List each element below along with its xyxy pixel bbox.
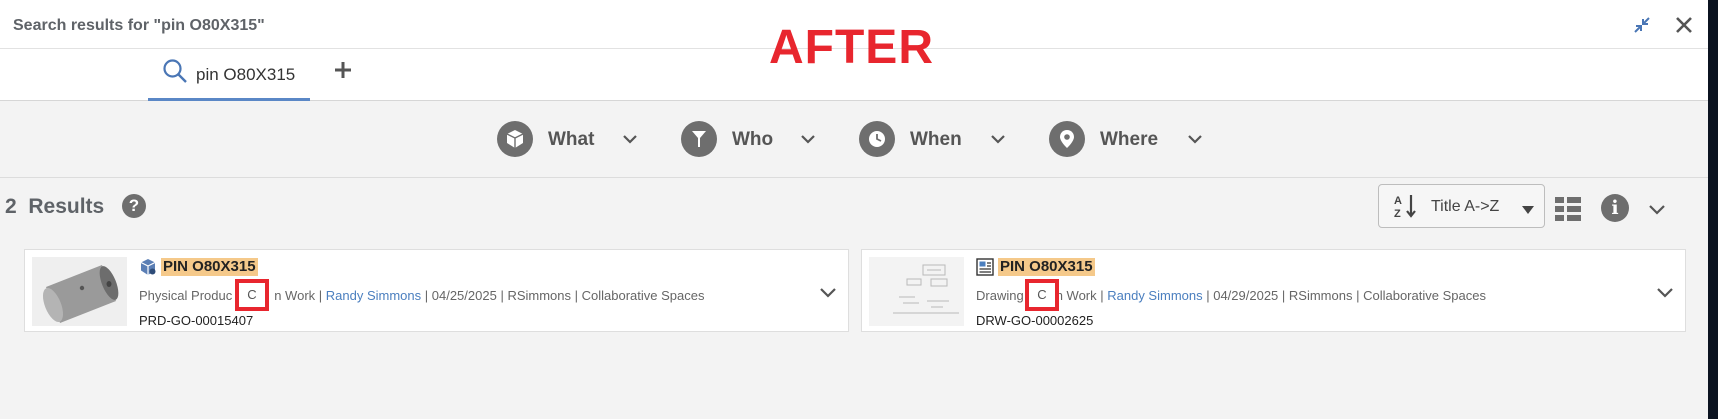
results-label: Results xyxy=(28,195,105,218)
chevron-down-icon xyxy=(990,132,1006,146)
filter-who[interactable]: Who xyxy=(681,119,821,159)
revision-badge: C xyxy=(235,279,269,311)
clock-icon xyxy=(859,121,895,157)
close-icon[interactable] xyxy=(1673,14,1695,36)
chevron-down-icon[interactable] xyxy=(819,286,837,298)
revision-badge: C xyxy=(1025,279,1059,311)
help-icon[interactable]: ? xyxy=(122,194,146,218)
search-tab-label: pin O80X315 xyxy=(196,65,296,84)
search-results-panel: Search results for "pin O80X315" pin O80… xyxy=(0,0,1708,419)
sort-button[interactable]: A Z Title A->Z xyxy=(1378,184,1545,228)
result-id: DRW-GO-00002625 xyxy=(976,313,1094,328)
owner-link[interactable]: Randy Simmons xyxy=(326,288,421,303)
window-edge xyxy=(1708,0,1718,419)
filter-bar: What Who When Where xyxy=(0,101,1708,178)
chevron-down-icon xyxy=(622,132,638,146)
location-pin-icon xyxy=(1049,121,1085,157)
result-id: PRD-GO-00015407 xyxy=(139,313,254,328)
results-number: 2 xyxy=(5,195,17,218)
chevron-down-icon[interactable] xyxy=(1648,202,1666,216)
cube-icon xyxy=(497,121,533,157)
sort-label: Title A->Z xyxy=(1431,198,1500,215)
chevron-down-icon[interactable] xyxy=(1656,286,1674,298)
svg-text:Z: Z xyxy=(1394,208,1401,219)
result-title[interactable]: PIN O80X315 xyxy=(998,258,1095,276)
filter-what[interactable]: What xyxy=(497,119,642,159)
chevron-down-icon xyxy=(800,132,816,146)
result-card[interactable]: PIN O80X315 Physical Produc n Work | Rand… xyxy=(24,249,849,332)
physical-product-icon xyxy=(139,258,157,276)
result-meta: Physical Produc n Work | Randy Simmons | … xyxy=(139,288,705,303)
result-title[interactable]: PIN O80X315 xyxy=(161,258,258,276)
filter-where-label: Where xyxy=(1100,129,1159,150)
add-tab-icon[interactable] xyxy=(332,59,354,81)
filter-who-label: Who xyxy=(732,129,774,150)
chevron-down-icon xyxy=(1187,132,1203,146)
owner-link[interactable]: Randy Simmons xyxy=(1107,288,1202,303)
product-thumbnail xyxy=(32,257,127,326)
sort-az-icon: A Z xyxy=(1393,193,1419,220)
filter-where[interactable]: Where xyxy=(1049,119,1209,159)
filter-what-label: What xyxy=(548,129,595,150)
search-icon xyxy=(162,58,188,84)
filter-when-label: When xyxy=(910,129,962,150)
panel-title: Search results for "pin O80X315" xyxy=(13,17,265,34)
caret-down-icon xyxy=(1522,202,1534,214)
svg-text:A: A xyxy=(1394,195,1402,207)
person-icon xyxy=(681,121,717,157)
info-icon[interactable]: i xyxy=(1601,194,1629,222)
after-annotation-label: AFTER xyxy=(769,21,934,74)
filter-when[interactable]: When xyxy=(859,119,1009,159)
results-count: 2 Results xyxy=(5,195,104,219)
drawing-icon xyxy=(976,258,994,276)
collapse-icon[interactable] xyxy=(1631,14,1653,36)
grid-view-icon[interactable] xyxy=(1554,196,1582,222)
drawing-thumbnail xyxy=(869,257,964,326)
result-card[interactable]: PIN O80X315 Drawing n Work | Randy Simmon… xyxy=(861,249,1686,332)
tab-search[interactable]: pin O80X315 xyxy=(148,49,310,101)
